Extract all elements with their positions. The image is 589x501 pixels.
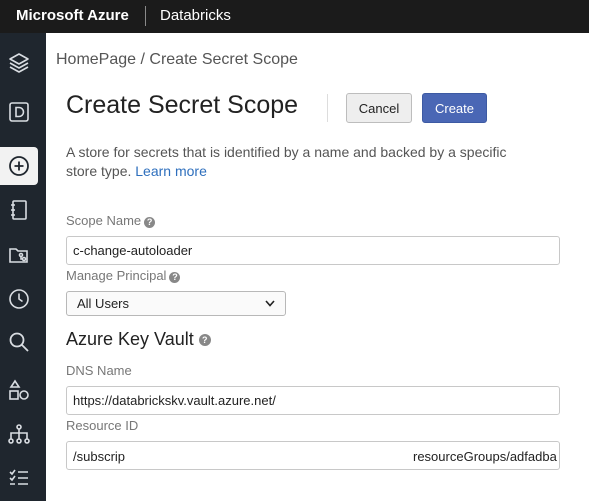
learn-more-link[interactable]: Learn more: [135, 163, 207, 179]
sidebar-item-jobs[interactable]: [0, 459, 38, 497]
workspace-d-icon: [9, 102, 29, 122]
page-title: Create Secret Scope: [66, 91, 299, 119]
dns-name-value: https://databrickskv.vault.azure.net/: [73, 393, 276, 408]
create-button[interactable]: Create: [422, 93, 487, 123]
sidebar-item-workspace[interactable]: [0, 93, 38, 131]
scope-name-value: c-change-autoloader: [73, 243, 193, 258]
manage-principal-label-text: Manage Principal: [66, 268, 167, 283]
chevron-down-icon: [265, 300, 275, 307]
cancel-button[interactable]: Cancel: [346, 93, 412, 123]
product-name[interactable]: Databricks: [160, 7, 231, 24]
sidebar-item-create[interactable]: [0, 147, 38, 185]
resource-id-label: Resource ID: [66, 418, 139, 433]
azure-brand[interactable]: Microsoft Azure: [16, 7, 129, 24]
scope-name-label: Scope Name?: [66, 213, 156, 228]
breadcrumb[interactable]: HomePage / Create Secret Scope: [56, 51, 298, 69]
sidebar: [0, 33, 46, 501]
resource-id-input[interactable]: /subscrip resourceGroups/adfadba: [66, 441, 560, 470]
help-icon[interactable]: ?: [169, 272, 181, 283]
layers-icon: [9, 53, 29, 73]
dns-name-input[interactable]: https://databrickskv.vault.azure.net/: [66, 386, 560, 415]
notebook-icon: [11, 200, 27, 220]
sidebar-item-layers[interactable]: [0, 44, 38, 82]
azure-key-vault-heading: Azure Key Vault?: [66, 329, 211, 350]
network-icon: [8, 424, 30, 444]
title-divider: [327, 94, 328, 122]
create-plus-icon: [9, 156, 29, 176]
repos-icon: [9, 248, 28, 263]
manage-principal-select[interactable]: All Users: [66, 291, 286, 316]
sidebar-item-repos[interactable]: [0, 236, 38, 274]
topbar-divider: [145, 6, 146, 26]
scope-name-label-text: Scope Name: [66, 213, 142, 228]
sidebar-item-search[interactable]: [0, 323, 38, 361]
section-title-text: Azure Key Vault: [66, 329, 194, 349]
search-icon: [9, 332, 29, 352]
sidebar-item-data[interactable]: [0, 371, 38, 409]
main-content: HomePage / Create Secret Scope Create Se…: [46, 33, 589, 501]
manage-principal-value: All Users: [77, 296, 130, 311]
help-icon[interactable]: ?: [198, 334, 211, 346]
manage-principal-label: Manage Principal?: [66, 268, 181, 283]
description-text: A store for secrets that is identified b…: [66, 144, 507, 179]
sidebar-item-compute[interactable]: [0, 415, 38, 453]
scope-description: A store for secrets that is identified b…: [66, 143, 536, 181]
resource-id-value-end: resourceGroups/adfadba: [413, 449, 557, 464]
sidebar-item-notebooks[interactable]: [0, 191, 38, 229]
dns-name-label: DNS Name: [66, 363, 132, 378]
sidebar-item-recents[interactable]: [0, 280, 38, 318]
help-icon[interactable]: ?: [144, 217, 156, 228]
resource-id-value-start: /subscrip: [73, 449, 126, 464]
top-bar: Microsoft Azure Databricks: [0, 0, 589, 33]
scope-name-input[interactable]: c-change-autoloader: [66, 236, 560, 265]
tasks-list-icon: [9, 469, 28, 485]
recents-clock-icon: [9, 289, 29, 309]
shapes-icon: [9, 379, 29, 400]
